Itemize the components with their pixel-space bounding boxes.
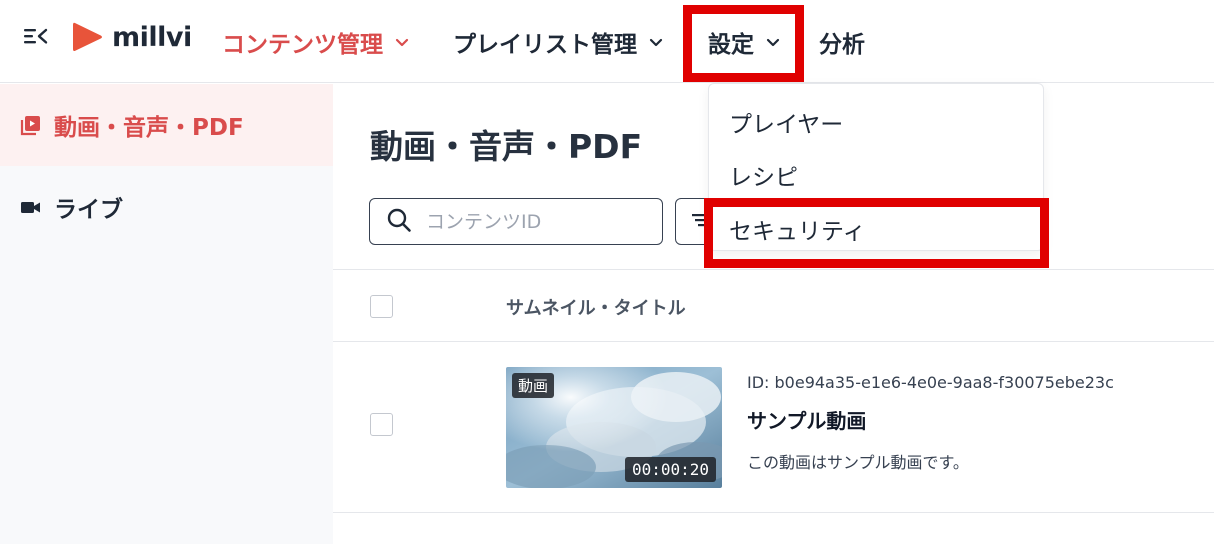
video-library-icon <box>20 114 42 136</box>
sidebar: 動画・音声・PDF ライブ <box>0 84 333 544</box>
row-checkbox[interactable] <box>370 413 393 436</box>
content-description: この動画はサンプル動画です。 <box>747 453 969 472</box>
duration-label: 00:00:20 <box>624 457 716 482</box>
chevron-down-icon <box>649 38 663 47</box>
nav-content-management[interactable]: コンテンツ管理 <box>222 24 409 60</box>
nav-playlist-management[interactable]: プレイリスト管理 <box>453 24 663 60</box>
sidebar-item-live[interactable]: ライブ <box>0 166 333 248</box>
search-box[interactable] <box>369 198 663 245</box>
menu-item-player[interactable]: プレイヤー <box>709 96 1045 148</box>
page-title: 動画・音声・PDF <box>370 127 643 166</box>
search-input[interactable] <box>426 210 646 233</box>
nav-analytics[interactable]: 分析 <box>819 24 865 60</box>
menu-item-recipe[interactable]: レシピ <box>709 149 1045 201</box>
settings-dropdown-menu: プレイヤー レシピ セキュリティ <box>708 83 1044 251</box>
sidebar-item-label: ライブ <box>54 197 123 223</box>
sidebar-item-media[interactable]: 動画・音声・PDF <box>0 84 333 166</box>
top-header: millvi コンテンツ管理 プレイリスト管理 設定 分析 <box>0 0 1214 83</box>
nav-settings-label: 設定 <box>708 32 754 58</box>
media-type-badge: 動画 <box>512 373 555 398</box>
play-logo-icon <box>73 22 102 52</box>
chevron-down-icon <box>395 38 409 47</box>
nav-settings[interactable]: 設定 <box>708 24 780 60</box>
chevron-down-icon <box>766 38 780 47</box>
logo-text: millvi <box>112 21 192 53</box>
nav-analytics-label: 分析 <box>819 32 865 58</box>
video-camera-icon <box>20 196 42 218</box>
video-thumbnail[interactable]: 動画 00:00:20 <box>506 367 722 488</box>
table-row: 動画 00:00:20 ID: b0e94a35-e1e6-4e0e-9aa8-… <box>333 343 1214 513</box>
nav-playlist-management-label: プレイリスト管理 <box>453 32 637 58</box>
search-icon <box>386 207 412 237</box>
menu-item-security[interactable]: セキュリティ <box>709 203 1045 255</box>
nav-content-management-label: コンテンツ管理 <box>222 32 383 58</box>
menu-collapse-icon[interactable] <box>22 26 48 46</box>
select-all-checkbox[interactable] <box>370 295 393 318</box>
table-header: サムネイル・タイトル <box>333 269 1214 342</box>
content-title[interactable]: サンプル動画 <box>747 405 866 434</box>
sidebar-item-label: 動画・音声・PDF <box>54 115 244 141</box>
millvi-logo[interactable]: millvi <box>70 17 192 57</box>
content-id: ID: b0e94a35-e1e6-4e0e-9aa8-f30075ebe23c <box>747 373 1114 392</box>
column-header-thumbnail-title: サムネイル・タイトル <box>506 298 686 319</box>
